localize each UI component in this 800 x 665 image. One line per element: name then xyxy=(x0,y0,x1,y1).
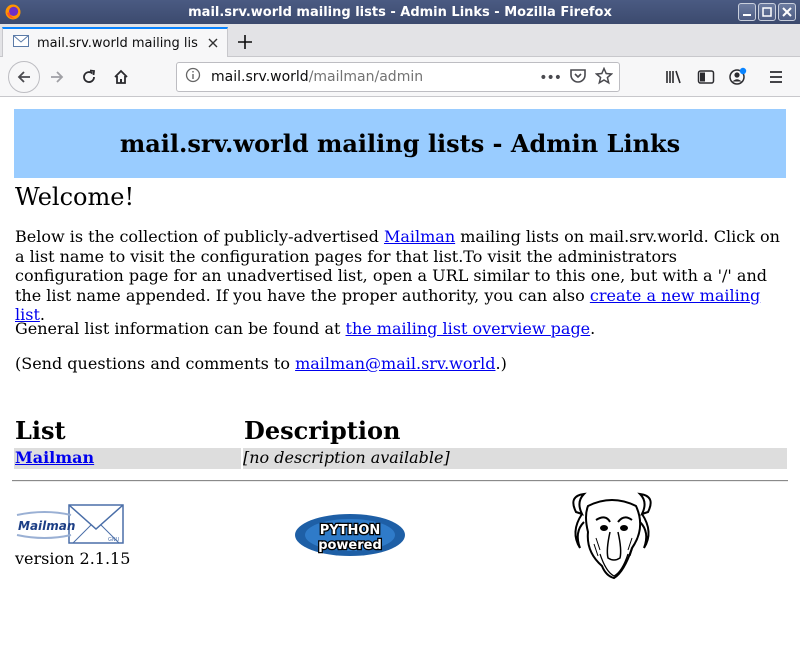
menu-button[interactable] xyxy=(762,63,790,91)
version-label: version 2.1.15 xyxy=(15,549,131,568)
page-title: mail.srv.world mailing lists - Admin Lin… xyxy=(119,129,681,158)
svg-text:GNU: GNU xyxy=(108,537,120,543)
contact-text: (Send questions and comments to xyxy=(15,354,296,373)
mailman-link[interactable]: Mailman xyxy=(384,227,455,246)
welcome-heading: Welcome! xyxy=(15,183,135,211)
navigation-toolbar: mail.srv.world/mailman/admin ••• xyxy=(0,57,800,97)
gnu-head-logo[interactable] xyxy=(566,492,658,584)
reload-icon xyxy=(83,69,96,83)
close-icon xyxy=(782,7,792,17)
account-button[interactable] xyxy=(724,63,752,91)
python-logo-text-2: powered xyxy=(318,538,382,553)
contact-paragraph: (Send questions and comments to mailman@… xyxy=(15,354,785,374)
tab-strip: mail.srv.world mailing lis xyxy=(0,24,800,57)
new-tab-button[interactable] xyxy=(234,31,256,53)
mailman-logo-text: Mailman xyxy=(18,519,75,533)
page-banner: mail.srv.world mailing lists - Admin Lin… xyxy=(14,109,786,178)
minimize-icon xyxy=(743,14,751,16)
intro-text-1: Below is the collection of publicly-adve… xyxy=(15,227,384,246)
url-bar[interactable]: mail.srv.world/mailman/admin ••• xyxy=(176,62,620,92)
sidebar-button[interactable] xyxy=(692,63,720,91)
envelope-icon xyxy=(13,34,29,52)
window-title: mail.srv.world mailing lists - Admin Lin… xyxy=(188,4,612,20)
general-text: General list information can be found at xyxy=(15,319,346,338)
overview-link[interactable]: the mailing list overview page xyxy=(346,319,591,338)
library-icon xyxy=(666,70,681,84)
home-button[interactable] xyxy=(107,63,135,91)
pocket-icon[interactable] xyxy=(569,67,587,89)
close-window-button[interactable] xyxy=(778,3,796,21)
intro-paragraph: Below is the collection of publicly-adve… xyxy=(15,227,785,325)
maximize-icon xyxy=(762,7,772,17)
arrow-left-icon xyxy=(17,71,30,83)
python-logo-text-1: PYTHON xyxy=(320,523,381,538)
page-content: mail.srv.world mailing lists - Admin Lin… xyxy=(0,98,800,665)
hamburger-icon xyxy=(770,71,782,83)
library-button[interactable] xyxy=(660,63,688,91)
table-header: List Description xyxy=(14,416,787,446)
lists-table: List Description Mailman [no description… xyxy=(14,416,787,469)
tab-mailing-lists[interactable]: mail.srv.world mailing lis xyxy=(2,27,228,57)
bookmark-star-icon[interactable] xyxy=(594,66,614,89)
arrow-right-icon xyxy=(51,71,64,83)
column-header-description: Description xyxy=(244,416,401,445)
mailman-logo[interactable]: Mailman GNU xyxy=(15,503,125,551)
minimize-button[interactable] xyxy=(738,3,756,21)
reload-button[interactable] xyxy=(75,63,103,91)
admin-email-link[interactable]: mailman@mail.srv.world xyxy=(295,354,495,373)
maximize-button[interactable] xyxy=(758,3,776,21)
tab-label: mail.srv.world mailing lis xyxy=(37,35,198,51)
url-path: /mailman/admin xyxy=(308,69,424,85)
contact-text-end: .) xyxy=(495,354,507,373)
info-icon[interactable] xyxy=(185,67,201,87)
back-button[interactable] xyxy=(8,61,40,93)
footer-divider xyxy=(12,480,788,482)
home-icon xyxy=(114,69,128,84)
close-tab-icon[interactable] xyxy=(207,37,219,53)
url-text: mail.srv.world/mailman/admin xyxy=(211,69,423,85)
forward-button[interactable] xyxy=(43,63,71,91)
firefox-icon xyxy=(5,4,21,20)
table-row: Mailman [no description available] xyxy=(14,448,787,469)
window-titlebar: mail.srv.world mailing lists - Admin Lin… xyxy=(0,0,800,24)
list-name-cell: Mailman xyxy=(14,448,241,469)
python-powered-logo[interactable]: PYTHON powered xyxy=(294,512,406,562)
list-description: [no description available] xyxy=(243,448,787,469)
account-icon xyxy=(729,67,747,85)
page-actions-icon[interactable]: ••• xyxy=(539,70,562,86)
plus-icon xyxy=(238,35,252,49)
general-text-end: . xyxy=(590,319,596,338)
sidebar-icon xyxy=(697,70,715,84)
url-host: mail.srv.world xyxy=(211,69,309,85)
column-header-list: List xyxy=(15,416,66,445)
list-link-mailman[interactable]: Mailman xyxy=(15,448,94,467)
general-info-paragraph: General list information can be found at… xyxy=(15,319,785,339)
